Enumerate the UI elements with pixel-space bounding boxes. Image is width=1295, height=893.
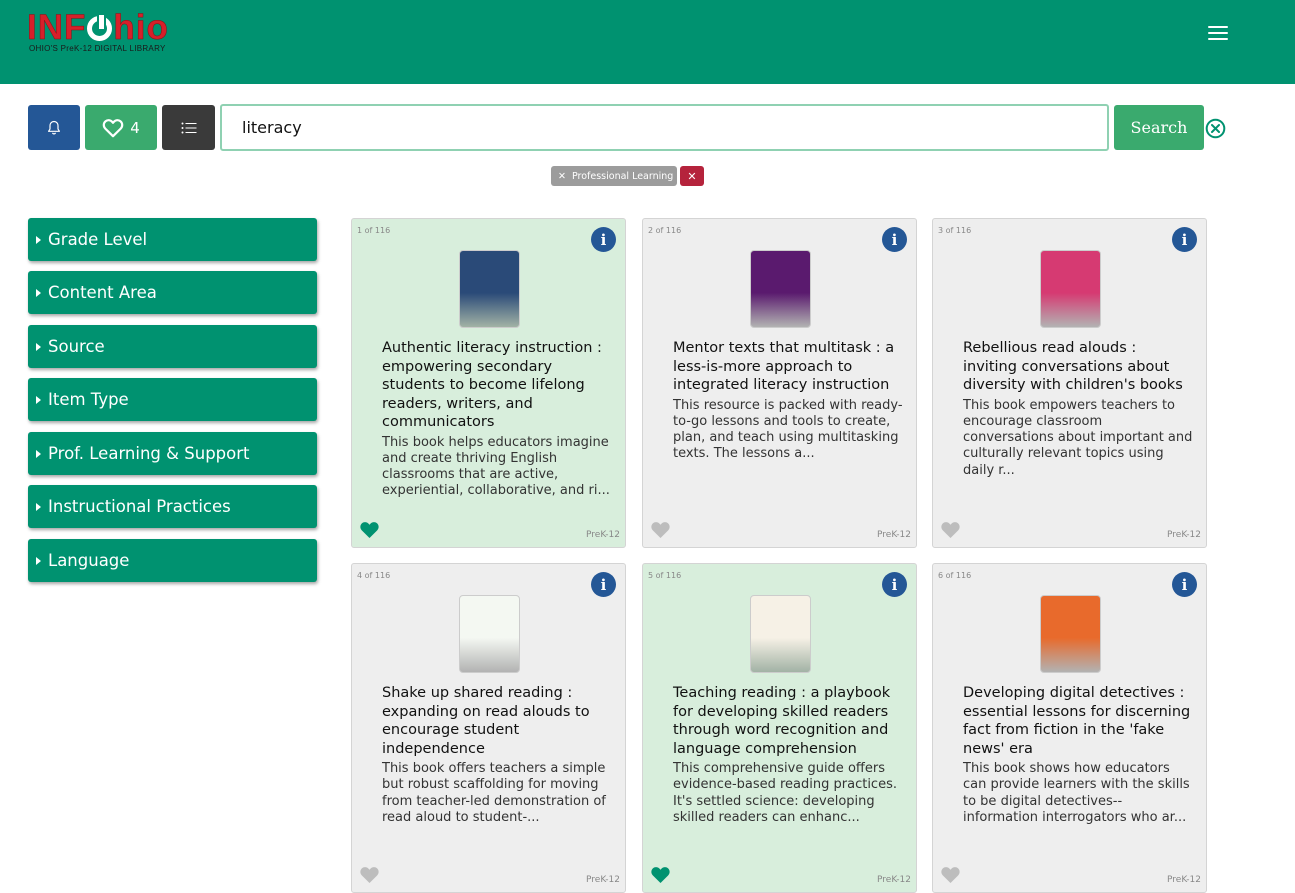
favorite-heart-icon[interactable]	[359, 520, 380, 539]
result-title-text: Mentor texts that multitask : a less-is-…	[673, 340, 895, 393]
facet-label: Content Area	[48, 283, 157, 302]
logo-tagline: OHIO'S PreK-12 DIGITAL LIBRARY	[29, 44, 166, 53]
favorite-heart-icon[interactable]	[940, 520, 961, 539]
chip-label: Professional Learning	[571, 170, 674, 182]
result-title[interactable]: Shake up shared reading : expanding on r…	[382, 684, 612, 826]
favorite-heart-icon[interactable]	[940, 865, 961, 884]
chip-remove-icon: ✕	[558, 170, 566, 182]
list-icon	[181, 122, 196, 133]
book-cover-image	[459, 250, 520, 328]
grade-badge: PreK-12	[1167, 875, 1201, 885]
result-description: This book offers teachers a simple but r…	[382, 761, 606, 825]
result-card[interactable]: 5 of 116 i Teaching reading : a playbook f…	[642, 563, 917, 893]
result-card[interactable]: 2 of 116 i Mentor texts that multitask : a…	[642, 218, 917, 548]
facet-language[interactable]: Language	[28, 539, 317, 582]
caret-right-icon	[36, 342, 41, 351]
result-index: 5 of 116	[648, 571, 682, 580]
grade-badge: PreK-12	[1167, 530, 1201, 540]
hamburger-menu-icon[interactable]	[1208, 26, 1228, 42]
result-index: 6 of 116	[938, 571, 972, 580]
result-index: 1 of 116	[357, 226, 391, 235]
book-cover-image	[750, 595, 811, 673]
result-card[interactable]: 1 of 116 i Authentic literacy instruction …	[351, 218, 626, 548]
book-cover-image	[1040, 595, 1101, 673]
result-description: This comprehensive guide offers evidence…	[673, 761, 897, 825]
clear-filters-button[interactable]: ✕	[680, 166, 704, 186]
notifications-button[interactable]	[28, 105, 80, 150]
caret-right-icon	[36, 395, 41, 404]
info-icon[interactable]: i	[882, 572, 907, 597]
clear-search-icon[interactable]	[1205, 118, 1226, 139]
info-icon[interactable]: i	[882, 227, 907, 252]
result-title-text: Teaching reading : a playbook for develo…	[673, 685, 891, 757]
facet-label: Item Type	[48, 390, 129, 409]
grade-badge: PreK-12	[586, 530, 620, 540]
facet-item-type[interactable]: Item Type	[28, 378, 317, 421]
result-description: This book shows how educators can provid…	[963, 761, 1190, 825]
facet-label: Instructional Practices	[48, 497, 231, 516]
favorite-heart-icon[interactable]	[359, 865, 380, 884]
result-card[interactable]: 3 of 116 i Rebellious read alouds : inviti…	[932, 218, 1207, 548]
search-input[interactable]	[220, 104, 1109, 151]
power-icon	[87, 13, 113, 41]
result-index: 4 of 116	[357, 571, 391, 580]
search-button[interactable]: Search	[1114, 105, 1204, 150]
favorites-button[interactable]: 4	[85, 105, 157, 150]
result-title[interactable]: Rebellious read alouds : inviting conver…	[963, 339, 1193, 479]
info-icon[interactable]: i	[1172, 227, 1197, 252]
result-title-text: Developing digital detectives : essentia…	[963, 685, 1191, 757]
favorites-count: 4	[130, 118, 140, 137]
result-description: This book empowers teachers to encourage…	[963, 397, 1193, 478]
filter-chip-professional-learning[interactable]: ✕ Professional Learning	[551, 166, 677, 186]
grade-badge: PreK-12	[877, 530, 911, 540]
infohio-logo[interactable]: INF hio OHIO'S PreK-12 DIGITAL LIBRARY	[27, 8, 187, 56]
caret-right-icon	[36, 449, 41, 458]
result-description: This book helps educators imagine and cr…	[382, 434, 610, 499]
facet-instructional-practices[interactable]: Instructional Practices	[28, 485, 317, 528]
result-card[interactable]: 6 of 116 i Developing digital detectives :…	[932, 563, 1207, 893]
favorite-heart-icon[interactable]	[650, 520, 671, 539]
result-title-text: Rebellious read alouds : inviting conver…	[963, 340, 1183, 393]
facet-source[interactable]: Source	[28, 325, 317, 368]
facet-grade-level[interactable]: Grade Level	[28, 218, 317, 261]
caret-right-icon	[36, 556, 41, 565]
grade-badge: PreK-12	[877, 875, 911, 885]
bell-icon	[48, 120, 60, 134]
result-description: This resource is packed with ready-to-go…	[673, 397, 903, 462]
grade-badge: PreK-12	[586, 875, 620, 885]
info-icon[interactable]: i	[591, 572, 616, 597]
caret-right-icon	[36, 235, 41, 244]
facet-label: Grade Level	[48, 230, 148, 249]
book-cover-image	[459, 595, 520, 673]
facet-label: Language	[48, 551, 130, 570]
logo-wordmark: INF hio	[27, 8, 169, 47]
list-view-button[interactable]	[162, 105, 215, 150]
close-icon: ✕	[687, 169, 697, 183]
result-title[interactable]: Developing digital detectives : essentia…	[963, 684, 1193, 826]
caret-right-icon	[36, 502, 41, 511]
info-icon[interactable]: i	[1172, 572, 1197, 597]
favorite-heart-icon[interactable]	[650, 865, 671, 884]
result-index: 3 of 116	[938, 226, 972, 235]
facet-content-area[interactable]: Content Area	[28, 271, 317, 314]
result-title[interactable]: Authentic literacy instruction : empower…	[382, 339, 612, 500]
heart-outline-icon	[102, 118, 124, 137]
facet-label: Source	[48, 337, 105, 356]
header-bar: INF hio OHIO'S PreK-12 DIGITAL LIBRARY	[0, 0, 1295, 84]
result-title-text: Authentic literacy instruction : empower…	[382, 340, 602, 430]
facet-prof-learning-support[interactable]: Prof. Learning & Support	[28, 432, 317, 475]
result-title[interactable]: Teaching reading : a playbook for develo…	[673, 684, 903, 826]
book-cover-image	[750, 250, 811, 328]
result-title-text: Shake up shared reading : expanding on r…	[382, 685, 590, 757]
result-card[interactable]: 4 of 116 i Shake up shared reading : expan…	[351, 563, 626, 893]
result-title[interactable]: Mentor texts that multitask : a less-is-…	[673, 339, 903, 463]
facet-label: Prof. Learning & Support	[48, 444, 250, 463]
result-index: 2 of 116	[648, 226, 682, 235]
info-icon[interactable]: i	[591, 227, 616, 252]
book-cover-image	[1040, 250, 1101, 328]
caret-right-icon	[36, 288, 41, 297]
